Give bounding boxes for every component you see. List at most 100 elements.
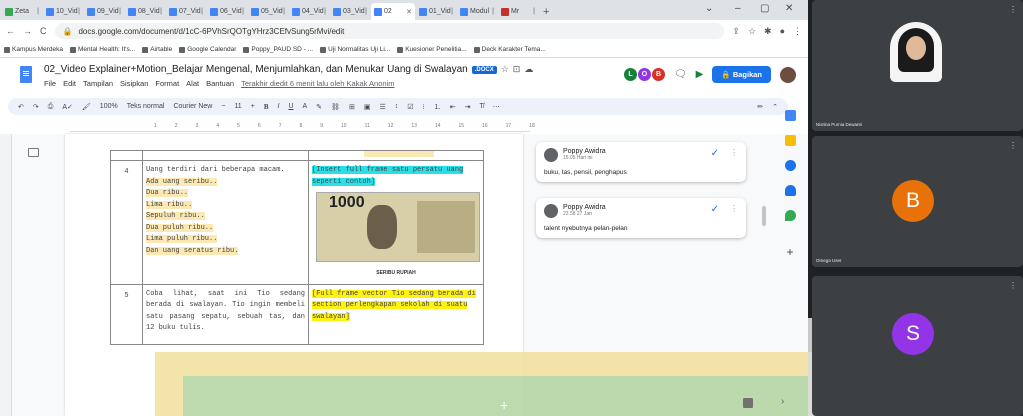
tab-5[interactable]: 06_Vid | <box>207 3 247 20</box>
narration-cell[interactable]: Coba lihat, saat ini Tio sedang berada d… <box>142 283 309 345</box>
tab-6[interactable]: 05_Vid | <box>248 3 288 20</box>
chevron-down-icon[interactable]: ⌄ <box>705 3 713 14</box>
line-spacing-icon[interactable]: ↕ <box>395 103 399 110</box>
forward-icon[interactable]: → <box>23 26 32 36</box>
underline-button[interactable]: U <box>288 103 293 110</box>
visual-cell[interactable]: [Insert full frame satu persatu uang sep… <box>308 160 484 285</box>
back-icon[interactable]: ← <box>6 26 15 36</box>
user-avatar[interactable] <box>780 66 796 83</box>
bookmark-item[interactable]: Poppy_PAUD SD - ... <box>243 46 313 53</box>
menu-file[interactable]: File <box>44 79 56 88</box>
close-tab-icon[interactable]: | <box>242 8 244 15</box>
tab-0[interactable]: Zeta | <box>2 3 42 20</box>
bookmark-item[interactable]: Mental Health: It's... <box>69 46 135 53</box>
resolve-check-icon[interactable]: ✓ <box>711 204 719 215</box>
checklist-icon[interactable]: ☑ <box>407 103 413 111</box>
overlay-button-icon[interactable] <box>743 398 753 408</box>
banknote-image[interactable]: 1000 <box>316 192 480 262</box>
menu-alat[interactable]: Alat <box>186 79 199 88</box>
tab-8[interactable]: 03_Vid | <box>330 3 370 20</box>
font-select[interactable]: Courier New <box>173 103 212 110</box>
maximize-button[interactable]: ▢ <box>760 3 769 14</box>
tasks-icon[interactable] <box>784 160 796 171</box>
tab-2[interactable]: 09_Vid | <box>84 3 124 20</box>
keep-icon[interactable] <box>784 135 796 146</box>
star-doc-icon[interactable]: ☆ <box>501 64 509 75</box>
tab-10[interactable]: 01_Vid | <box>416 3 456 20</box>
docs-logo-icon[interactable] <box>20 66 32 83</box>
close-tab-icon[interactable]: | <box>78 8 80 15</box>
paint-format-icon[interactable]: 🖌 <box>82 103 91 111</box>
scrollbar-thumb[interactable] <box>762 206 766 226</box>
star-icon[interactable]: ☆ <box>748 26 756 37</box>
meet-tile[interactable]: ⋮ S <box>812 276 1023 416</box>
close-window-button[interactable]: ✕ <box>785 3 793 14</box>
undo-icon[interactable]: ↶ <box>18 103 24 111</box>
zoom-select[interactable]: 100% <box>100 103 118 110</box>
bullet-list-icon[interactable]: ⁝ <box>423 103 425 111</box>
comment-card[interactable]: Poppy Awidra 15.05 Hari ini ✓ ⋮ buku, tas, p… <box>536 142 746 182</box>
tile-options-icon[interactable]: ⋮ <box>1009 5 1017 14</box>
image-icon[interactable]: ▣ <box>364 103 371 111</box>
bookmark-item[interactable]: Kampus Merdeka <box>4 46 63 53</box>
url-omnibox[interactable]: 🔒 docs.google.com/document/d/1cC-6PVhSrQ… <box>54 23 725 39</box>
tile-options-icon[interactable]: ⋮ <box>1009 141 1017 150</box>
contacts-icon[interactable] <box>784 185 796 196</box>
meet-tile[interactable]: ⋮ B Omega User <box>812 136 1023 267</box>
italic-button[interactable]: I <box>277 103 279 110</box>
menu-bantuan[interactable]: Bantuan <box>206 79 234 88</box>
narration-cell[interactable]: Uang terdiri dari beberapa macam. Ada ua… <box>142 160 309 285</box>
link-icon[interactable]: ⛓ <box>331 103 340 111</box>
close-tab-icon[interactable]: | <box>37 8 39 15</box>
print-icon[interactable]: ⎙ <box>48 103 54 111</box>
close-tab-icon[interactable]: | <box>119 8 121 15</box>
last-edit-link[interactable]: Terakhir diedit 6 menit lalu oleh Kakak … <box>241 79 394 88</box>
close-tab-icon[interactable]: | <box>160 8 162 15</box>
collaborator-avatar[interactable]: L <box>623 68 637 81</box>
profile-icon[interactable]: ● <box>780 26 785 36</box>
tab-3[interactable]: 08_Vid | <box>125 3 165 20</box>
indent-increase-icon[interactable]: ⇥ <box>465 103 471 111</box>
close-tab-icon[interactable]: | <box>365 8 367 15</box>
clear-format-icon[interactable]: T̸ <box>479 103 483 110</box>
resolve-check-icon[interactable]: ✓ <box>711 148 719 159</box>
visual-cell[interactable]: [Full frame vector Tio sedang berada di … <box>308 283 484 345</box>
tile-options-icon[interactable]: ⋮ <box>1009 281 1017 290</box>
close-tab-icon[interactable]: | <box>451 8 453 15</box>
comment-menu-icon[interactable]: ⋮ <box>730 204 738 213</box>
comment-history-icon[interactable]: 🗨 <box>674 69 687 80</box>
document-title[interactable]: 02_Video Explainer+Motion_Belajar Mengen… <box>44 64 468 75</box>
collaborator-avatar[interactable]: B <box>651 68 665 81</box>
tab-11[interactable]: Modul | <box>457 3 497 20</box>
share-button[interactable]: 🔒 Bagikan <box>712 66 771 83</box>
align-icon[interactable]: ☰ <box>379 103 385 111</box>
close-tab-icon[interactable]: | <box>324 8 326 15</box>
bookmark-item[interactable]: Kuesioner Penelitia... <box>397 46 467 53</box>
extension-icon[interactable]: ✱ <box>764 26 772 37</box>
move-folder-icon[interactable]: ⊡ <box>513 64 521 75</box>
reload-icon[interactable]: C <box>40 26 47 36</box>
close-tab-icon[interactable]: | <box>533 8 535 15</box>
bookmark-item[interactable]: Airtable <box>142 46 172 53</box>
menu-format[interactable]: Format <box>155 79 179 88</box>
close-tab-icon[interactable]: | <box>492 8 494 15</box>
text-color-button[interactable]: A <box>303 103 308 110</box>
bookmark-item[interactable]: Google Calendar <box>179 46 236 53</box>
close-tab-icon[interactable]: | <box>201 8 203 15</box>
new-tab-button[interactable]: + <box>543 6 549 18</box>
font-size-decrease[interactable]: − <box>221 103 225 110</box>
comment-icon[interactable]: ⊞ <box>349 103 355 111</box>
menu-tampilan[interactable]: Tampilan <box>83 79 113 88</box>
bookmark-item[interactable]: Deck Karakter Tema... <box>473 46 546 53</box>
calendar-icon[interactable] <box>784 110 796 121</box>
highlight-icon[interactable]: ✎ <box>316 103 322 111</box>
numbered-list-icon[interactable]: ⒈ <box>434 102 441 112</box>
outline-toggle-icon[interactable] <box>28 148 39 157</box>
font-size-input[interactable]: 11 <box>234 103 241 110</box>
menu-dots-icon[interactable]: ⋮ <box>793 26 802 37</box>
meet-icon[interactable]: ▶ <box>696 69 704 80</box>
font-size-increase[interactable]: + <box>251 103 255 110</box>
redo-icon[interactable]: ↷ <box>33 103 39 111</box>
style-select[interactable]: Teks normal <box>127 103 165 110</box>
vertical-ruler[interactable] <box>0 134 12 416</box>
